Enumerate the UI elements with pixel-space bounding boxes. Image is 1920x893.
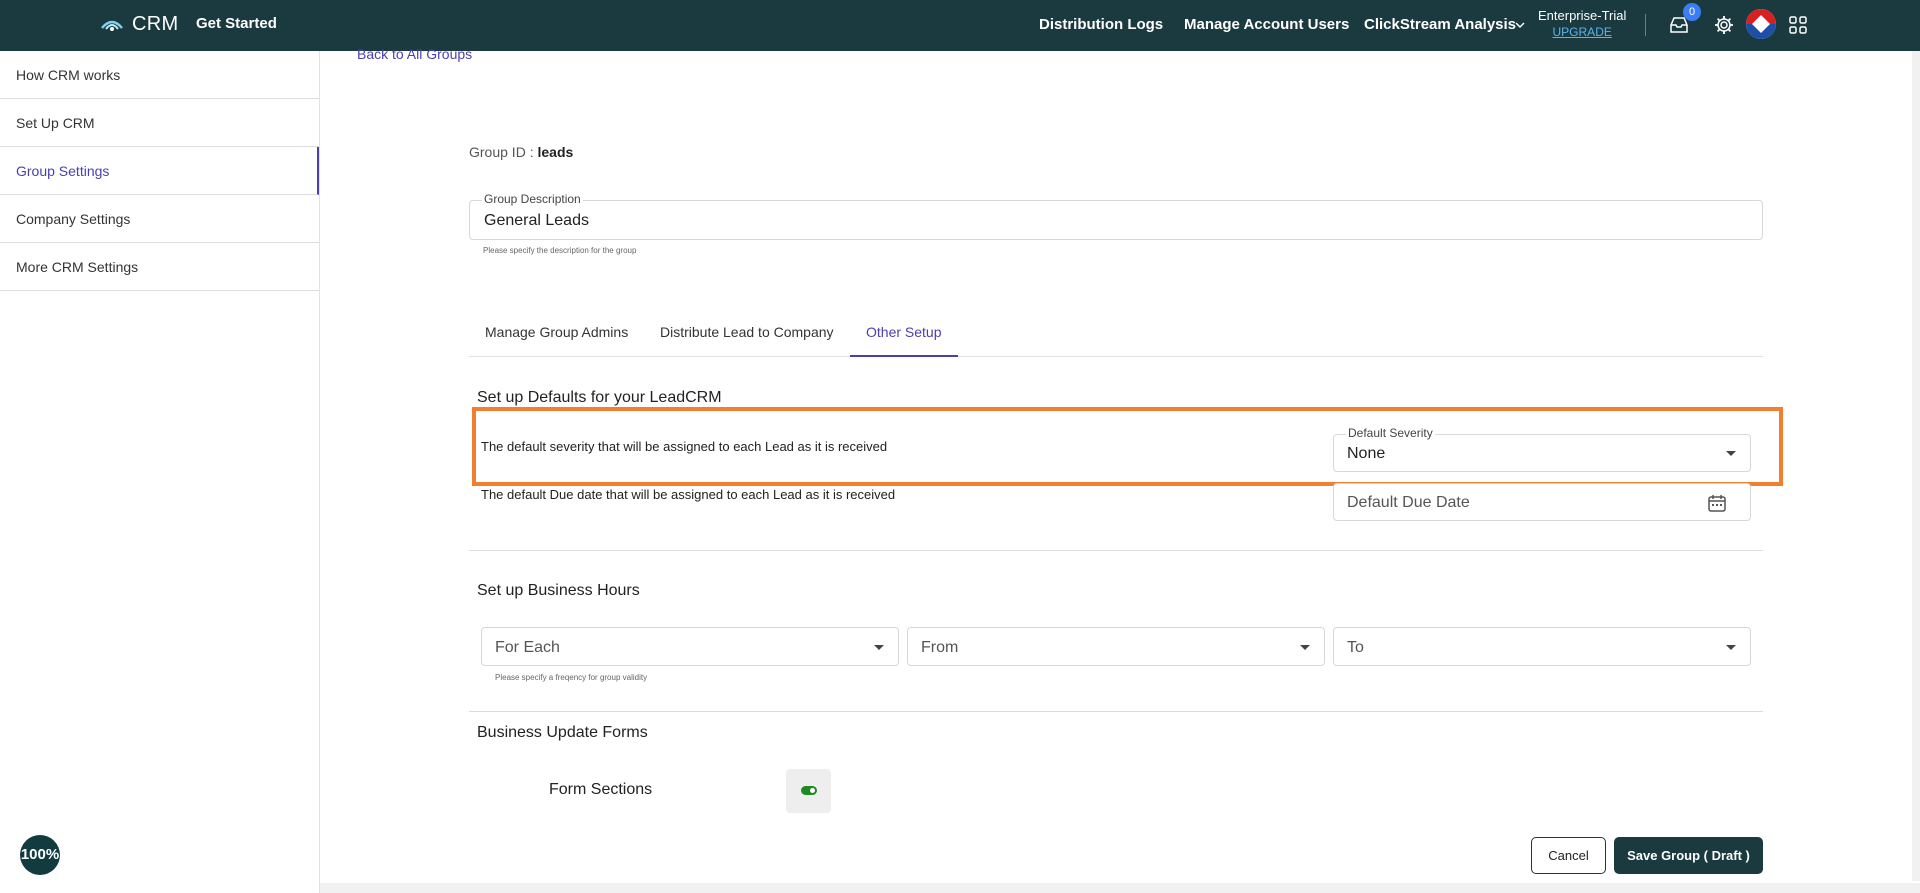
caret-down-icon (874, 645, 884, 650)
back-to-all-groups-link[interactable]: Back to All Groups (357, 46, 472, 62)
group-id-label: Group ID : (469, 144, 534, 160)
app-logo[interactable]: CRM (100, 13, 178, 36)
form-sections-toggle-container[interactable] (786, 769, 831, 813)
zoom-level-badge[interactable]: 100% (20, 835, 60, 875)
nav-manage-account-users[interactable]: Manage Account Users (1184, 16, 1349, 33)
sidebar: How CRM works Set Up CRM Group Settings … (0, 51, 320, 893)
vertical-scrollbar[interactable] (1912, 51, 1920, 881)
get-started-link[interactable]: Get Started (196, 15, 277, 32)
gear-icon[interactable] (1713, 14, 1735, 36)
group-description-value[interactable]: General Leads (484, 212, 589, 230)
sidebar-item-how-crm-works[interactable]: How CRM works (0, 51, 319, 99)
caret-down-icon (1726, 645, 1736, 650)
form-sections-label: Form Sections (549, 781, 653, 798)
group-description-helper: Please specify the description for the g… (483, 246, 637, 255)
to-value: To (1347, 639, 1364, 656)
plan-name: Enterprise-Trial (1538, 8, 1627, 23)
defaults-section-title: Set up Defaults for your LeadCRM (477, 389, 722, 406)
nav-distribution-logs[interactable]: Distribution Logs (1039, 16, 1163, 33)
chevron-down-icon[interactable] (1513, 18, 1527, 32)
default-due-date-field[interactable]: Default Due Date (1333, 483, 1751, 521)
header-divider (1645, 14, 1646, 36)
user-avatar[interactable] (1746, 9, 1776, 39)
section-divider (469, 550, 1763, 551)
top-nav-bar: CRM Get Started Distribution Logs Manage… (0, 0, 1920, 51)
crm-logo-icon (101, 20, 123, 31)
group-description-field[interactable]: Group Description General Leads (469, 192, 1763, 240)
sidebar-item-group-settings[interactable]: Group Settings (0, 147, 319, 195)
apps-grid-icon[interactable] (1787, 14, 1809, 36)
business-hours-section-title: Set up Business Hours (477, 582, 640, 599)
for-each-value: For Each (495, 639, 560, 656)
horizontal-scrollbar[interactable] (320, 883, 1920, 893)
from-value: From (921, 639, 959, 656)
business-update-forms-title: Business Update Forms (477, 724, 648, 741)
tab-manage-group-admins[interactable]: Manage Group Admins (469, 316, 644, 357)
group-id-value: leads (537, 144, 574, 160)
tab-other-setup[interactable]: Other Setup (850, 316, 958, 357)
notification-badge: 0 (1683, 3, 1701, 21)
group-description-label: Group Description (482, 192, 583, 206)
form-sections-toggle[interactable] (801, 786, 817, 795)
highlight-box (472, 407, 1783, 486)
sidebar-item-set-up-crm[interactable]: Set Up CRM (0, 99, 319, 147)
tab-distribute-lead-to-company[interactable]: Distribute Lead to Company (644, 316, 850, 357)
group-tabs: Manage Group Admins Distribute Lead to C… (469, 316, 1763, 357)
sidebar-item-more-crm-settings[interactable]: More CRM Settings (0, 243, 319, 291)
for-each-select[interactable]: For Each (481, 627, 899, 666)
group-id: Group ID : leads (469, 144, 573, 160)
app-name: CRM (132, 13, 179, 35)
avatar-image-icon (1746, 9, 1776, 39)
cancel-button[interactable]: Cancel (1531, 837, 1606, 874)
calendar-icon[interactable] (1707, 493, 1727, 513)
save-group-draft-button[interactable]: Save Group ( Draft ) (1614, 837, 1763, 874)
default-due-date-description: The default Due date that will be assign… (481, 487, 896, 502)
nav-clickstream-analysis[interactable]: ClickStream Analysis (1364, 16, 1516, 33)
to-select[interactable]: To (1333, 627, 1751, 666)
upgrade-link[interactable]: UPGRADE (1538, 25, 1626, 39)
sidebar-item-company-settings[interactable]: Company Settings (0, 195, 319, 243)
section-divider (469, 711, 1763, 712)
from-select[interactable]: From (907, 627, 1325, 666)
default-due-date-placeholder: Default Due Date (1347, 494, 1470, 511)
caret-down-icon (1300, 645, 1310, 650)
business-hours-helper: Please specify a freqency for group vali… (495, 673, 648, 682)
plan-info: Enterprise-Trial UPGRADE (1538, 8, 1626, 39)
